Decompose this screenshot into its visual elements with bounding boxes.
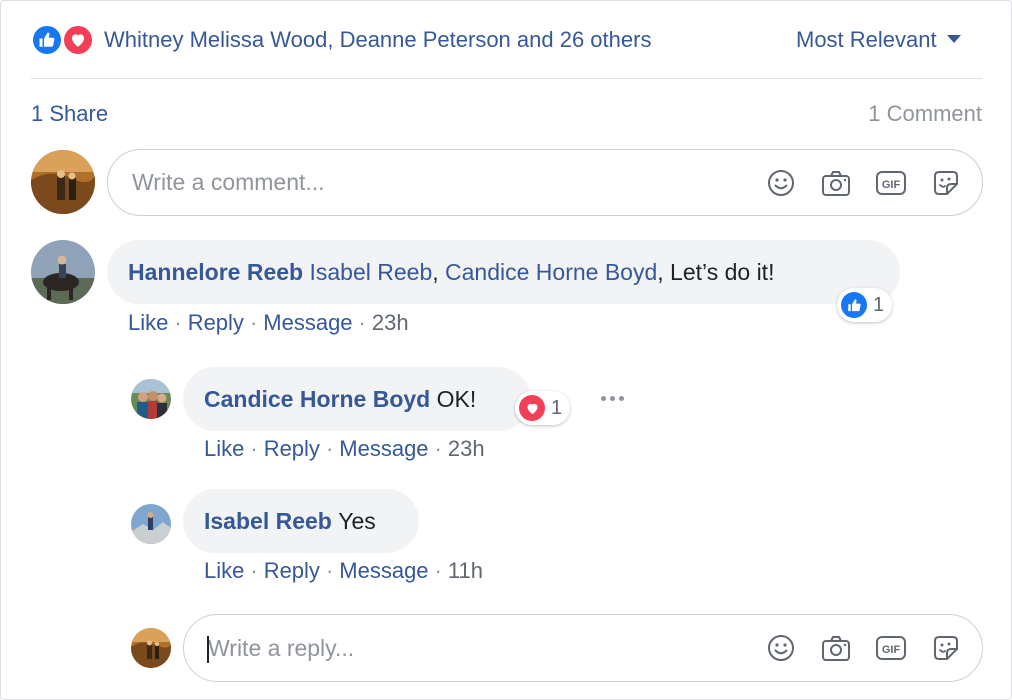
caret-down-icon — [946, 35, 961, 43]
reply-bubble: Candice Horne Boyd OK! — [183, 367, 531, 431]
reply-composer[interactable]: GIF — [183, 614, 983, 682]
shares-link[interactable]: 1 Share — [31, 101, 108, 127]
emoji-icon[interactable] — [763, 630, 799, 666]
like-link[interactable]: Like — [204, 558, 244, 583]
separator: · — [325, 436, 334, 461]
avatar[interactable] — [131, 628, 171, 668]
comment-count-link[interactable]: 1 Comment — [868, 101, 982, 127]
mention-link[interactable]: Isabel Reeb — [310, 259, 433, 286]
comment-text: , — [432, 258, 439, 285]
reactors-link[interactable]: Whitney Melissa Wood, Deanne Peterson an… — [104, 27, 651, 53]
love-icon — [519, 395, 545, 421]
reply-text: OK! — [436, 385, 477, 412]
reaction-icons[interactable] — [31, 24, 97, 58]
reply-input[interactable] — [208, 615, 808, 681]
reaction-badge[interactable]: 1 — [515, 391, 571, 425]
message-link[interactable]: Message — [339, 436, 428, 461]
sticker-icon[interactable] — [928, 630, 964, 666]
comment-bubble: Hannelore Reeb Isabel Reeb, Candice Horn… — [107, 240, 900, 304]
sort-label: Most Relevant — [796, 27, 937, 52]
timestamp-link[interactable]: 23h — [448, 436, 485, 461]
reply-text: Yes — [338, 507, 376, 534]
reply-author[interactable]: Candice Horne Boyd — [204, 386, 430, 413]
message-link[interactable]: Message — [263, 310, 352, 335]
timestamp-link[interactable]: 11h — [448, 558, 483, 583]
like-icon — [841, 292, 867, 318]
like-link[interactable]: Like — [128, 310, 168, 335]
separator: · — [325, 558, 334, 583]
avatar[interactable] — [31, 240, 95, 304]
reaction-count: 1 — [551, 396, 563, 419]
gif-icon[interactable]: GIF — [873, 630, 909, 666]
message-link[interactable]: Message — [339, 558, 428, 583]
separator: · — [249, 310, 258, 335]
avatar[interactable] — [131, 379, 171, 419]
reaction-badge[interactable]: 1 — [837, 288, 893, 322]
comment-actions: Like · Reply · Message · 23h — [128, 310, 409, 336]
like-icon — [31, 24, 63, 56]
gif-icon[interactable]: GIF — [873, 165, 909, 201]
comment-text: , Let’s do it! — [657, 258, 775, 285]
separator: · — [434, 436, 442, 461]
camera-icon[interactable] — [818, 165, 854, 201]
camera-icon[interactable] — [818, 630, 854, 666]
reply-actions: Like · Reply · Message · 11h — [204, 558, 483, 584]
sort-dropdown[interactable]: Most Relevant — [796, 27, 961, 53]
comments-panel — [0, 0, 1012, 700]
reply-actions: Like · Reply · Message · 23h — [204, 436, 485, 462]
comment-author[interactable]: Hannelore Reeb — [128, 259, 303, 286]
avatar[interactable] — [131, 504, 171, 544]
comment-composer[interactable]: GIF — [107, 149, 983, 216]
reaction-count: 1 — [873, 293, 885, 316]
divider — [31, 78, 982, 79]
mention-link[interactable]: Candice Horne Boyd — [445, 259, 657, 286]
avatar[interactable] — [31, 150, 95, 214]
separator: · — [174, 310, 182, 335]
svg-text:GIF: GIF — [882, 179, 901, 191]
separator: · — [434, 558, 442, 583]
sticker-icon[interactable] — [928, 165, 964, 201]
reply-bubble: Isabel Reeb Yes — [183, 489, 419, 553]
reply-author[interactable]: Isabel Reeb — [204, 508, 332, 535]
timestamp-link[interactable]: 23h — [372, 310, 409, 335]
reply-link[interactable]: Reply — [264, 558, 320, 583]
reply-link[interactable]: Reply — [264, 436, 320, 461]
separator: · — [250, 558, 258, 583]
more-options-icon[interactable] — [601, 396, 624, 401]
separator: · — [358, 310, 366, 335]
separator: · — [250, 436, 258, 461]
text-cursor — [207, 636, 209, 663]
like-link[interactable]: Like — [204, 436, 244, 461]
emoji-icon[interactable] — [763, 165, 799, 201]
reply-link[interactable]: Reply — [188, 310, 244, 335]
svg-text:GIF: GIF — [882, 644, 901, 656]
comment-input[interactable] — [132, 150, 732, 215]
love-icon — [62, 24, 94, 56]
